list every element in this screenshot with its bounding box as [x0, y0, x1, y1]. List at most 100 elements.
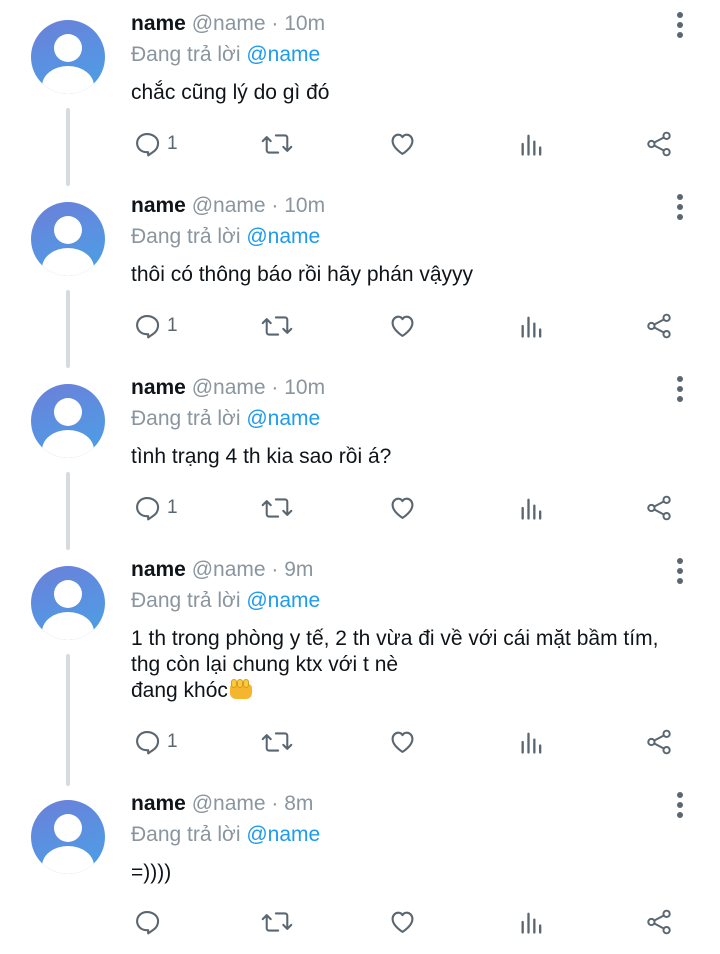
heart-icon [391, 315, 414, 337]
tweet-text: 1 th trong phòng y tế, 2 th vừa đi về vớ… [131, 626, 701, 704]
retweet-icon [261, 732, 293, 752]
handle-and-time: @name · 9m [185, 558, 314, 581]
avatar[interactable] [31, 384, 105, 458]
views-button[interactable] [519, 124, 545, 164]
retweet-icon [261, 498, 293, 518]
avatar[interactable] [31, 20, 105, 94]
display-name[interactable]: name [131, 194, 186, 217]
replying-to: Đang trả lời @name [131, 42, 320, 68]
reply-button[interactable]: 1 [133, 722, 178, 762]
more-vertical-icon[interactable] [670, 556, 690, 586]
display-name[interactable]: name [131, 792, 186, 815]
replying-label: Đang trả lời [131, 43, 247, 66]
reply-button[interactable]: 1 [133, 306, 178, 346]
thread-line [66, 654, 70, 786]
more-vertical-icon[interactable] [670, 10, 690, 40]
share-icon [647, 131, 671, 157]
heart-icon [391, 133, 414, 155]
reply-thread: name @name · 10m Đang trả lời @name chắc… [0, 0, 720, 954]
retweet-button[interactable] [261, 902, 293, 942]
views-button[interactable] [519, 488, 545, 528]
retweet-icon [261, 316, 293, 336]
retweet-button[interactable] [261, 124, 293, 164]
tweet-header: name @name · 10m [131, 11, 325, 37]
avatar[interactable] [31, 800, 105, 874]
share-button[interactable] [645, 124, 673, 164]
tweet-text-line: chắc cũng lý do gì đó [131, 81, 330, 104]
mention-link[interactable]: @name [246, 43, 320, 66]
tweet-header: name @name · 10m [131, 375, 325, 401]
tweet-text-line: đang khóc [131, 678, 701, 704]
tweet-text: chắc cũng lý do gì đó [131, 80, 701, 106]
replying-to: Đang trả lời @name [131, 822, 320, 848]
like-button[interactable] [388, 722, 417, 762]
like-button[interactable] [388, 902, 417, 942]
reply-button[interactable]: 1 [133, 124, 178, 164]
views-button[interactable] [519, 722, 545, 762]
reply-icon [136, 497, 160, 521]
replying-label: Đang trả lời [131, 589, 247, 612]
display-name[interactable]: name [131, 376, 186, 399]
share-button[interactable] [645, 488, 673, 528]
action-bar [0, 902, 720, 942]
mention-link[interactable]: @name [246, 225, 320, 248]
share-icon [647, 313, 671, 339]
analytics-icon [521, 316, 542, 338]
mention-link[interactable]: @name [246, 589, 320, 612]
replying-to: Đang trả lời @name [131, 406, 320, 432]
heart-icon [391, 731, 414, 753]
reply-count: 1 [167, 315, 178, 336]
views-button[interactable] [519, 902, 545, 942]
tweet-text-line: thg còn lại chung ktx với t nè [131, 653, 399, 676]
reply-icon [136, 731, 160, 755]
reply-count: 1 [167, 497, 178, 518]
analytics-icon [521, 732, 542, 754]
share-button[interactable] [645, 902, 673, 942]
share-icon [647, 909, 671, 935]
like-button[interactable] [388, 306, 417, 346]
tweet-header: name @name · 8m [131, 791, 313, 817]
tweet-header: name @name · 9m [131, 557, 313, 583]
retweet-icon [261, 134, 293, 154]
reply-icon [136, 315, 160, 339]
views-button[interactable] [519, 306, 545, 346]
reply-count: 1 [167, 133, 178, 154]
heart-icon [391, 911, 414, 933]
tweet-text: tình trạng 4 th kia sao rồi á? [131, 444, 701, 470]
like-button[interactable] [388, 124, 417, 164]
share-icon [647, 495, 671, 521]
replying-label: Đang trả lời [131, 823, 247, 846]
like-button[interactable] [388, 488, 417, 528]
display-name[interactable]: name [131, 12, 186, 35]
reply-button[interactable]: 1 [133, 488, 178, 528]
replying-to: Đang trả lời @name [131, 224, 320, 250]
avatar[interactable] [31, 566, 105, 640]
heart-icon [391, 497, 414, 519]
tweet-text-fragment: đang khóc [131, 679, 228, 702]
tweet-text: thôi có thông báo rồi hãy phán vậyyy [131, 262, 701, 288]
action-bar: 1 [0, 306, 720, 346]
share-button[interactable] [645, 306, 673, 346]
avatar[interactable] [31, 202, 105, 276]
handle-and-time: @name · 10m [185, 194, 326, 217]
more-vertical-icon[interactable] [670, 790, 690, 820]
reply-icon [136, 133, 160, 157]
mention-link[interactable]: @name [246, 823, 320, 846]
mention-link[interactable]: @name [246, 407, 320, 430]
retweet-button[interactable] [261, 488, 293, 528]
replying-label: Đang trả lời [131, 407, 247, 430]
retweet-button[interactable] [261, 722, 293, 762]
retweet-button[interactable] [261, 306, 293, 346]
retweet-icon [261, 912, 293, 932]
tweet-header: name @name · 10m [131, 193, 325, 219]
reply-button[interactable] [133, 902, 167, 942]
handle-and-time: @name · 10m [185, 376, 326, 399]
tweet-text-line: thôi có thông báo rồi hãy phán vậyyy [131, 263, 474, 286]
more-vertical-icon[interactable] [670, 374, 690, 404]
tweet-text-line: 1 th trong phòng y tế, 2 th vừa đi về vớ… [131, 627, 659, 650]
more-vertical-icon[interactable] [670, 192, 690, 222]
share-button[interactable] [645, 722, 673, 762]
fist-emoji-icon [228, 678, 254, 700]
display-name[interactable]: name [131, 558, 186, 581]
analytics-icon [521, 134, 542, 156]
